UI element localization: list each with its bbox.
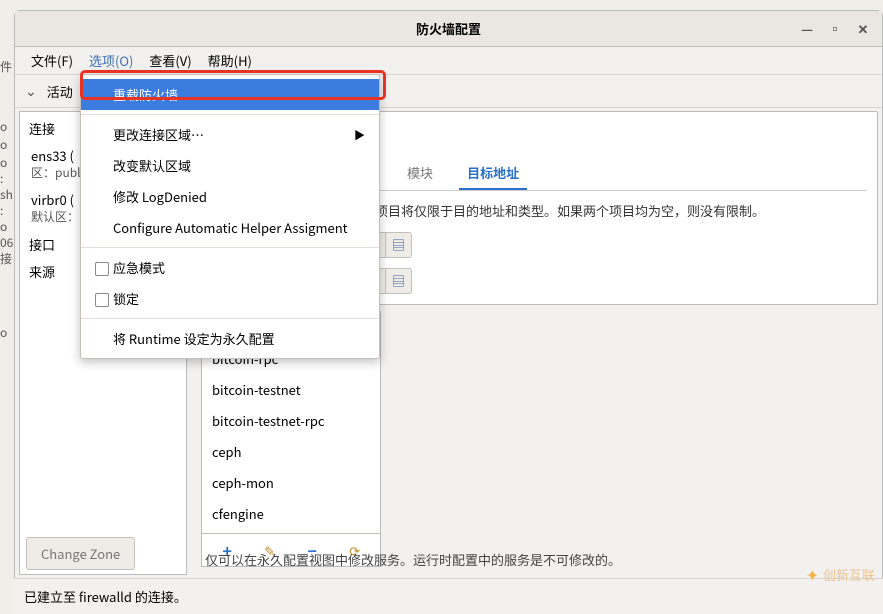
menu-separator bbox=[81, 247, 379, 248]
crop-frag: o bbox=[0, 136, 13, 153]
menu-help[interactable]: 帮助(H) bbox=[200, 47, 260, 74]
change-zone-wrap: Change Zone bbox=[26, 537, 135, 570]
menu-reload-firewall[interactable]: 重载防火墙 bbox=[81, 79, 379, 110]
permanent-config-note: 仅可以在永久配置视图中修改服务。运行时配置中的服务是不可修改的。 bbox=[205, 550, 874, 569]
menu-separator bbox=[81, 318, 379, 319]
logdenied-label: 修改 LogDenied bbox=[113, 187, 207, 206]
chevron-down-icon[interactable]: ⌄ bbox=[25, 81, 37, 101]
change-default-label: 改变默认区域 bbox=[113, 156, 191, 175]
panic-label: 应急模式 bbox=[113, 258, 165, 277]
menu-runtime-to-permanent[interactable]: 将 Runtime 设定为永久配置 bbox=[81, 323, 379, 354]
watermark: ✦ 创新互联 bbox=[806, 562, 875, 586]
window-controls: — ▫ ✕ bbox=[796, 18, 874, 40]
service-item[interactable]: bitcoin-testnet-rpc bbox=[202, 405, 380, 436]
menu-panic-mode[interactable]: 应急模式 bbox=[81, 252, 379, 283]
tab-module[interactable]: 模块 bbox=[399, 157, 441, 190]
maximize-button[interactable]: ▫ bbox=[824, 18, 846, 40]
crop-frag: : bbox=[0, 170, 13, 187]
menu-options[interactable]: 选项(O) bbox=[81, 47, 141, 74]
ipv6-edit-icon[interactable]: ▤ bbox=[385, 269, 411, 293]
crop-frag: : bbox=[0, 202, 13, 219]
runtime-perm-label: 将 Runtime 设定为永久配置 bbox=[113, 329, 275, 348]
close-button[interactable]: ✕ bbox=[852, 18, 874, 40]
crop-frag: o bbox=[0, 118, 13, 135]
change-zone-label: 更改连接区域… bbox=[113, 125, 204, 144]
auto-helper-label: Configure Automatic Helper Assigment bbox=[113, 218, 348, 237]
watermark-text: 创新互联 bbox=[823, 565, 875, 584]
window-title: 防火墙配置 bbox=[416, 19, 481, 38]
crop-frag: 件 bbox=[0, 58, 13, 75]
service-item[interactable]: bitcoin-testnet bbox=[202, 374, 380, 405]
lockdown-checkbox[interactable] bbox=[95, 293, 109, 307]
watermark-icon: ✦ bbox=[806, 562, 819, 586]
service-item[interactable]: ceph bbox=[202, 436, 380, 467]
menu-separator bbox=[81, 114, 379, 115]
crop-frag: o bbox=[0, 154, 13, 171]
crop-frag: 接 bbox=[0, 250, 13, 267]
crop-frag: 06 bbox=[0, 234, 13, 251]
menu-bar: 文件(F) 选项(O) 查看(V) 帮助(H) bbox=[15, 47, 882, 75]
menu-auto-helper[interactable]: Configure Automatic Helper Assigment bbox=[81, 212, 379, 243]
service-item[interactable]: ceph-mon bbox=[202, 467, 380, 498]
menu-view[interactable]: 查看(V) bbox=[141, 47, 199, 74]
lockdown-label: 锁定 bbox=[113, 289, 139, 308]
ipv4-edit-icon[interactable]: ▤ bbox=[385, 233, 411, 257]
menu-change-default-zone[interactable]: 改变默认区域 bbox=[81, 150, 379, 181]
change-zone-button[interactable]: Change Zone bbox=[26, 537, 135, 570]
panic-checkbox[interactable] bbox=[95, 262, 109, 276]
menu-lockdown[interactable]: 锁定 bbox=[81, 283, 379, 314]
crop-frag: sh bbox=[0, 186, 13, 203]
title-bar: 防火墙配置 — ▫ ✕ bbox=[15, 11, 882, 47]
menu-change-connection-zone[interactable]: 更改连接区域… ▶ bbox=[81, 119, 379, 150]
options-dropdown: 重载防火墙 更改连接区域… ▶ 改变默认区域 修改 LogDenied Conf… bbox=[80, 74, 380, 359]
tab-dest-addr[interactable]: 目标地址 bbox=[459, 157, 527, 190]
status-bar: 已建立至 firewalld 的连接。 bbox=[14, 578, 883, 614]
menu-modify-logdenied[interactable]: 修改 LogDenied bbox=[81, 181, 379, 212]
crop-frag: o bbox=[0, 324, 13, 341]
active-label: 活动 bbox=[47, 82, 73, 101]
minimize-button[interactable]: — bbox=[796, 18, 818, 40]
submenu-arrow-icon: ▶ bbox=[354, 127, 365, 143]
crop-frag: o bbox=[0, 218, 13, 235]
reload-label: 重载防火墙 bbox=[113, 85, 178, 104]
service-item[interactable]: cfengine bbox=[202, 498, 380, 529]
menu-file[interactable]: 文件(F) bbox=[23, 47, 81, 74]
